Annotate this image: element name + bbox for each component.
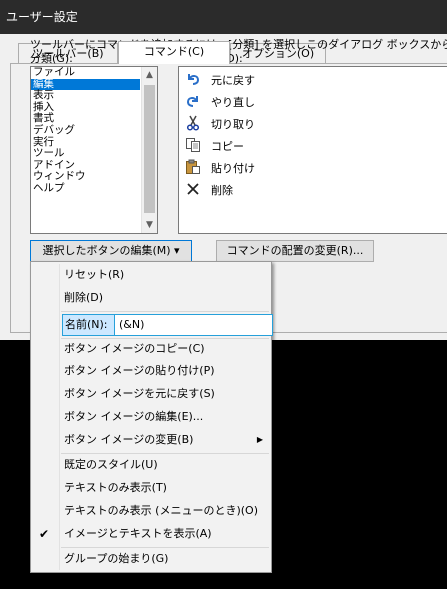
command-label: 切り取り xyxy=(211,118,255,131)
menu-item-label: ボタン イメージのコピー(C) xyxy=(64,342,205,355)
undo-icon xyxy=(188,74,200,85)
menu-item-label: テキストのみ表示 (メニューのとき)(O) xyxy=(64,504,258,517)
menu-item-label: グループの始まり(G) xyxy=(64,552,169,565)
menu-item-delete[interactable]: 削除(D) xyxy=(31,287,271,309)
menu-item-image-and-text[interactable]: ✔ イメージとテキストを表示(A) xyxy=(31,523,271,545)
command-item[interactable]: コピー xyxy=(179,134,447,156)
menu-item-label: イメージとテキストを表示(A) xyxy=(64,527,212,540)
menu-item-reset-image[interactable]: ボタン イメージを元に戻す(S) xyxy=(31,383,271,405)
category-item[interactable]: デバッグ xyxy=(31,125,140,137)
redo-icon xyxy=(186,96,198,107)
menu-item-paste-image[interactable]: ボタン イメージの貼り付け(P) xyxy=(31,360,271,382)
copy-icon xyxy=(186,138,200,152)
menu-item-label: ボタン イメージを元に戻す(S) xyxy=(64,387,215,400)
command-label: 元に戻す xyxy=(211,74,255,87)
name-label: 名前(N): xyxy=(65,318,108,331)
command-item[interactable]: やり直し xyxy=(179,90,447,112)
category-item[interactable]: ツール xyxy=(31,148,140,160)
menu-item-reset[interactable]: リセット(R) xyxy=(31,264,271,286)
rearrange-commands-button[interactable]: コマンドの配置の変更(R)... xyxy=(216,240,374,262)
menu-item-change-image[interactable]: ボタン イメージの変更(B) ▶ xyxy=(31,429,271,451)
scroll-down-arrow-icon[interactable]: ▼ xyxy=(142,217,157,233)
scroll-up-arrow-icon[interactable]: ▲ xyxy=(142,67,157,83)
menu-item-copy-image[interactable]: ボタン イメージのコピー(C) xyxy=(31,338,271,360)
menu-item-label: ボタン イメージの変更(B) xyxy=(64,433,194,446)
commands-list[interactable]: 元に戻す やり直し 切り取り コピー 貼り付け 削除 xyxy=(178,66,447,234)
modify-selection-menu: リセット(R) 削除(D) 名前(N): (&N) ボタン イメージのコピー(C… xyxy=(30,261,273,573)
menu-item-label: 削除(D) xyxy=(64,291,104,304)
menu-item-label: テキストのみ表示(T) xyxy=(64,481,167,494)
menu-item-label: 既定のスタイル(U) xyxy=(64,458,158,471)
menu-item-text-only-always[interactable]: テキストのみ表示(T) xyxy=(31,477,271,499)
modify-selection-button[interactable]: 選択したボタンの編集(M) ▾ xyxy=(30,240,192,262)
menu-separator xyxy=(61,311,269,312)
delete-x-icon xyxy=(187,183,199,195)
menu-item-default-style[interactable]: 既定のスタイル(U) xyxy=(31,454,271,476)
scroll-thumb[interactable] xyxy=(144,85,155,213)
command-label: コピー xyxy=(211,140,244,153)
categories-list[interactable]: ファイル 編集 表示 挿入 書式 デバッグ 実行 ツール アドイン ウィンドウ … xyxy=(30,66,158,234)
category-item[interactable]: ヘルプ xyxy=(31,183,140,195)
command-label: 貼り付け xyxy=(211,162,255,175)
command-label: 削除 xyxy=(211,184,233,197)
category-item[interactable]: ファイル xyxy=(31,67,140,79)
command-item[interactable]: 切り取り xyxy=(179,112,447,134)
menu-item-edit-image[interactable]: ボタン イメージの編集(E)... xyxy=(31,406,271,428)
paste-icon xyxy=(186,159,200,174)
name-field[interactable]: (&N) xyxy=(114,314,273,336)
checkmark-icon: ✔ xyxy=(39,527,50,541)
menu-item-name[interactable]: 名前(N): (&N) xyxy=(62,314,273,336)
command-label: やり直し xyxy=(211,96,255,109)
menu-item-label: リセット(R) xyxy=(64,268,125,281)
scissors-icon xyxy=(186,115,200,131)
window-title: ユーザー設定 xyxy=(6,10,78,24)
command-item[interactable]: 貼り付け xyxy=(179,156,447,178)
menu-item-begin-group[interactable]: グループの始まり(G) xyxy=(31,548,271,570)
menu-item-label: ボタン イメージの貼り付け(P) xyxy=(64,364,215,377)
categories-label: 分類(G): xyxy=(30,52,73,65)
menu-item-text-only-menus[interactable]: テキストのみ表示 (メニューのとき)(O) xyxy=(31,500,271,522)
menu-item-label: ボタン イメージの編集(E)... xyxy=(64,410,204,423)
title-bar: ユーザー設定 xyxy=(0,0,447,34)
command-item[interactable]: 元に戻す xyxy=(179,68,447,90)
categories-scrollbar[interactable]: ▲ ▼ xyxy=(141,67,157,233)
tab-commands[interactable]: コマンド(C) xyxy=(118,41,230,64)
command-item[interactable]: 削除 xyxy=(179,178,447,200)
submenu-arrow-icon: ▶ xyxy=(256,435,263,444)
